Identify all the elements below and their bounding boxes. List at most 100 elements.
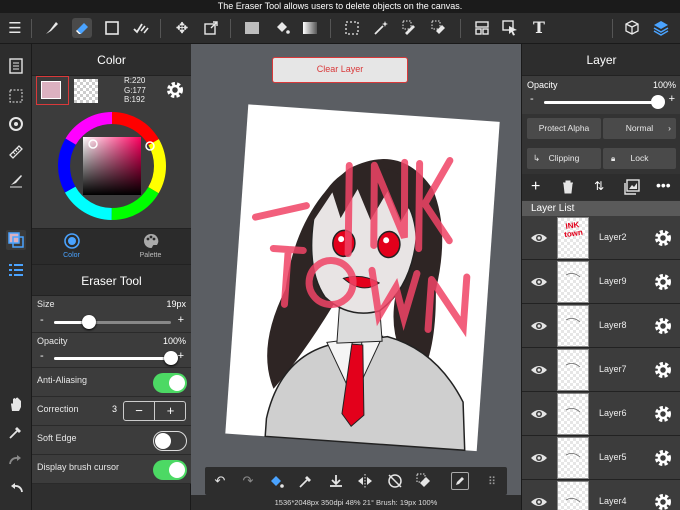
size-slider-knob[interactable] bbox=[82, 315, 97, 329]
gear-icon[interactable] bbox=[653, 404, 673, 424]
correction-plus-button[interactable]: + bbox=[155, 402, 186, 420]
save-download-icon[interactable] bbox=[326, 471, 346, 491]
brush-icon[interactable] bbox=[42, 18, 62, 38]
eye-icon[interactable] bbox=[530, 493, 548, 510]
select-pen-icon[interactable] bbox=[400, 18, 420, 38]
selection-icon[interactable] bbox=[6, 86, 26, 106]
cursor-select-icon[interactable] bbox=[500, 18, 520, 38]
add-layer-icon[interactable]: + bbox=[531, 178, 540, 196]
check-lines-icon[interactable] bbox=[131, 18, 151, 38]
select-eraser-icon[interactable] bbox=[429, 18, 449, 38]
gradient-icon[interactable] bbox=[300, 18, 320, 38]
layer-list-icon[interactable] bbox=[6, 260, 26, 280]
layer-row[interactable]: INK town Layer2 bbox=[522, 216, 680, 260]
redo-icon[interactable]: ↷ bbox=[238, 471, 258, 491]
layer-row[interactable]: Layer9 bbox=[522, 260, 680, 304]
eye-icon[interactable] bbox=[530, 361, 548, 379]
tab-palette[interactable]: Palette bbox=[111, 229, 190, 265]
color-panel-icon[interactable] bbox=[6, 230, 26, 250]
bucket-icon[interactable] bbox=[272, 18, 292, 38]
undo-icon[interactable] bbox=[6, 478, 26, 498]
eye-icon[interactable] bbox=[530, 273, 548, 291]
image-import-icon[interactable] bbox=[624, 179, 640, 198]
tab-color[interactable]: Color bbox=[32, 229, 111, 265]
anti-aliasing-toggle[interactable] bbox=[153, 373, 187, 393]
gear-icon[interactable] bbox=[653, 316, 673, 336]
size-slider[interactable] bbox=[54, 315, 171, 329]
brush-settings-icon[interactable] bbox=[6, 170, 26, 190]
layer-row[interactable]: Layer6 bbox=[522, 392, 680, 436]
move-icon[interactable]: ✥ bbox=[172, 18, 192, 38]
sort-icon[interactable]: ⇅ bbox=[594, 179, 604, 193]
eraser-icon[interactable] bbox=[72, 18, 92, 38]
eye-icon[interactable] bbox=[530, 449, 548, 467]
layer-row[interactable]: Layer5 bbox=[522, 436, 680, 480]
color-wheel[interactable] bbox=[32, 111, 191, 231]
menu-icon[interactable]: ☰ bbox=[5, 18, 25, 38]
hand-icon[interactable] bbox=[6, 394, 26, 414]
fill-tool-icon[interactable] bbox=[266, 471, 286, 491]
size-minus-button[interactable]: - bbox=[40, 314, 44, 326]
primary-color-swatch[interactable] bbox=[36, 76, 69, 105]
rect-icon[interactable] bbox=[102, 18, 122, 38]
redo-icon[interactable] bbox=[6, 450, 26, 470]
more-options-icon[interactable]: ••• bbox=[656, 177, 671, 193]
layers-stack-icon[interactable] bbox=[651, 18, 671, 38]
protect-alpha-button[interactable]: Protect Alpha bbox=[527, 118, 601, 139]
layer-thumbnail bbox=[557, 305, 589, 347]
layer-row[interactable]: Layer7 bbox=[522, 348, 680, 392]
transform-icon[interactable] bbox=[201, 18, 221, 38]
text-icon[interactable]: T bbox=[529, 18, 549, 38]
blend-mode-button[interactable]: Normal › bbox=[603, 118, 676, 139]
eye-icon[interactable] bbox=[530, 405, 548, 423]
gear-icon[interactable] bbox=[165, 80, 185, 100]
undo-icon[interactable]: ↶ bbox=[210, 471, 230, 491]
clipping-button[interactable]: ↳ Clipping bbox=[527, 148, 601, 169]
size-plus-button[interactable]: + bbox=[178, 314, 184, 326]
select-rect-icon[interactable] bbox=[342, 18, 362, 38]
layer-opacity-plus[interactable]: + bbox=[669, 93, 675, 105]
correction-minus-button[interactable]: − bbox=[124, 402, 155, 420]
fill-color-icon[interactable] bbox=[242, 18, 262, 38]
trash-icon[interactable] bbox=[562, 180, 574, 197]
magic-wand-icon[interactable] bbox=[371, 18, 391, 38]
gear-icon[interactable] bbox=[653, 272, 673, 292]
display-cursor-toggle[interactable] bbox=[153, 460, 187, 480]
soft-edge-toggle[interactable] bbox=[153, 431, 187, 451]
layer-panel: Layer Opacity 100% - + Protect Alpha Nor… bbox=[521, 44, 680, 510]
layer-row[interactable]: Layer8 bbox=[522, 304, 680, 348]
opacity-slider[interactable] bbox=[54, 351, 178, 365]
gear-icon[interactable] bbox=[653, 492, 673, 510]
eyedropper-icon[interactable] bbox=[296, 471, 316, 491]
edit-icon[interactable] bbox=[451, 472, 469, 490]
opacity-slider-knob[interactable] bbox=[164, 351, 178, 365]
rotate-icon[interactable] bbox=[6, 114, 26, 134]
ruler-icon[interactable] bbox=[6, 142, 26, 162]
gear-icon[interactable] bbox=[653, 228, 673, 248]
eye-icon[interactable] bbox=[530, 229, 548, 247]
lock-button[interactable]: 🔒︎ Lock bbox=[603, 148, 676, 169]
eye-icon[interactable] bbox=[530, 317, 548, 335]
size-label: Size bbox=[37, 299, 55, 309]
opacity-minus-button[interactable]: - bbox=[40, 350, 44, 362]
document-icon[interactable] bbox=[6, 56, 26, 76]
3d-icon[interactable] bbox=[622, 18, 642, 38]
gear-icon[interactable] bbox=[653, 360, 673, 380]
layer-row[interactable]: Layer4 bbox=[522, 480, 680, 510]
eraser-clear-icon[interactable] bbox=[414, 471, 434, 491]
rotate-reset-icon[interactable] bbox=[385, 471, 405, 491]
layer-opacity-knob[interactable] bbox=[651, 95, 665, 109]
more-grid-icon[interactable]: ⠿ bbox=[482, 471, 502, 491]
opacity-row: Opacity 100% - + bbox=[32, 333, 191, 368]
clear-layer-button[interactable]: Clear Layer bbox=[272, 57, 408, 83]
gear-icon[interactable] bbox=[653, 448, 673, 468]
opacity-plus-button[interactable]: + bbox=[178, 350, 184, 362]
layer-name: Layer5 bbox=[599, 452, 627, 462]
eyedropper-icon[interactable] bbox=[6, 422, 26, 442]
layer-opacity-minus[interactable]: - bbox=[530, 93, 534, 105]
drawing-canvas[interactable] bbox=[191, 95, 521, 467]
layer-opacity-slider[interactable] bbox=[544, 95, 665, 109]
layout-icon[interactable] bbox=[472, 18, 492, 38]
flip-horizontal-icon[interactable] bbox=[355, 471, 375, 491]
secondary-color-swatch[interactable] bbox=[74, 79, 98, 103]
